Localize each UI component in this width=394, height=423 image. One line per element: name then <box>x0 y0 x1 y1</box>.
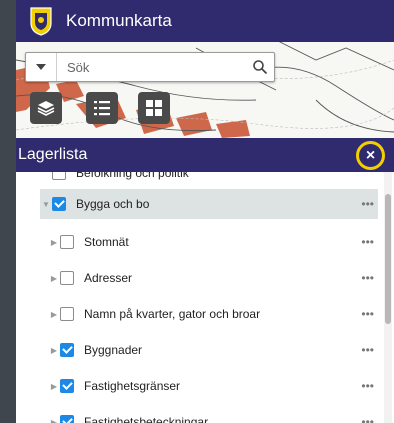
layer-checkbox[interactable] <box>60 343 74 357</box>
app-window: Kommunkarta Lag <box>16 0 394 423</box>
layer-row-adresser[interactable]: ▶ Adresser ••• <box>48 263 378 293</box>
more-options-icon[interactable]: ••• <box>361 379 374 393</box>
layers-icon <box>37 101 55 116</box>
layer-row-namn[interactable]: ▶ Namn på kvarter, gator och broar ••• <box>48 299 378 329</box>
window-frame <box>0 0 16 423</box>
layer-label: Stomnät <box>84 235 129 249</box>
more-options-icon[interactable]: ••• <box>361 271 374 285</box>
expand-caret-icon[interactable]: ▶ <box>48 418 60 423</box>
municipal-crest-icon <box>30 7 52 36</box>
more-options-icon[interactable]: ••• <box>361 415 374 423</box>
layer-checkbox[interactable] <box>52 197 66 211</box>
app-title: Kommunkarta <box>66 11 172 30</box>
layer-label: Bygga och bo <box>76 197 150 211</box>
layers-button[interactable] <box>30 92 62 124</box>
list-icon <box>94 101 110 116</box>
top-bar: Kommunkarta <box>16 0 394 42</box>
expand-caret-icon[interactable]: ▶ <box>48 238 60 247</box>
layer-row-stomnat[interactable]: ▶ Stomnät ••• <box>48 227 378 257</box>
layer-row-bygga-och-bo[interactable]: ▼ Bygga och bo ••• <box>40 189 378 219</box>
layer-checkbox[interactable] <box>60 307 74 321</box>
panel-title: Lagerlista <box>18 146 88 163</box>
layer-checkbox[interactable] <box>60 415 74 423</box>
scrollbar-thumb[interactable] <box>385 194 391 324</box>
legend-list-button[interactable] <box>86 92 118 124</box>
more-options-icon[interactable]: ••• <box>361 235 374 249</box>
search-input[interactable] <box>65 54 249 80</box>
layer-label: Namn på kvarter, gator och broar <box>84 307 261 321</box>
layer-label: Adresser <box>84 271 133 285</box>
expand-caret-icon[interactable]: ▶ <box>48 382 60 391</box>
chevron-down-icon <box>36 64 46 70</box>
layer-label: Fastighetsbeteckningar <box>84 415 209 423</box>
more-options-icon[interactable]: ••• <box>361 307 374 321</box>
search-dropdown-button[interactable] <box>26 53 57 81</box>
layer-panel-header: Lagerlista × <box>16 138 394 172</box>
expand-caret-icon[interactable]: ▶ <box>48 310 60 319</box>
expand-caret-icon[interactable]: ▶ <box>48 346 60 355</box>
layer-row-befolkning[interactable]: Befolkning och politik <box>40 172 378 188</box>
layer-checkbox[interactable] <box>52 172 66 180</box>
layer-checkbox[interactable] <box>60 235 74 249</box>
layer-row-fastighetsbeteckningar[interactable]: ▶ Fastighetsbeteckningar ••• <box>48 407 378 423</box>
expand-caret-icon[interactable]: ▶ <box>48 274 60 283</box>
collapse-caret-icon[interactable]: ▼ <box>40 200 52 209</box>
layer-checkbox[interactable] <box>60 379 74 393</box>
search-icon[interactable] <box>252 59 268 75</box>
close-icon: × <box>365 146 376 164</box>
grid-icon <box>146 100 162 116</box>
layer-checkbox[interactable] <box>60 271 74 285</box>
basemap-grid-button[interactable] <box>138 92 170 124</box>
layer-row-byggnader[interactable]: ▶ Byggnader ••• <box>48 335 378 365</box>
layer-label: Fastighetsgränser <box>84 379 181 393</box>
more-options-icon[interactable]: ••• <box>361 343 374 357</box>
close-panel-button[interactable]: × <box>356 141 385 170</box>
more-options-icon[interactable]: ••• <box>361 197 374 211</box>
search-box <box>25 52 275 82</box>
layer-list[interactable]: Befolkning och politik ▼ Bygga och bo ••… <box>16 172 394 423</box>
layer-label: Befolkning och politik <box>76 172 189 180</box>
layer-label: Byggnader <box>84 343 143 357</box>
layer-row-fastighetsgranser[interactable]: ▶ Fastighetsgränser ••• <box>48 371 378 401</box>
